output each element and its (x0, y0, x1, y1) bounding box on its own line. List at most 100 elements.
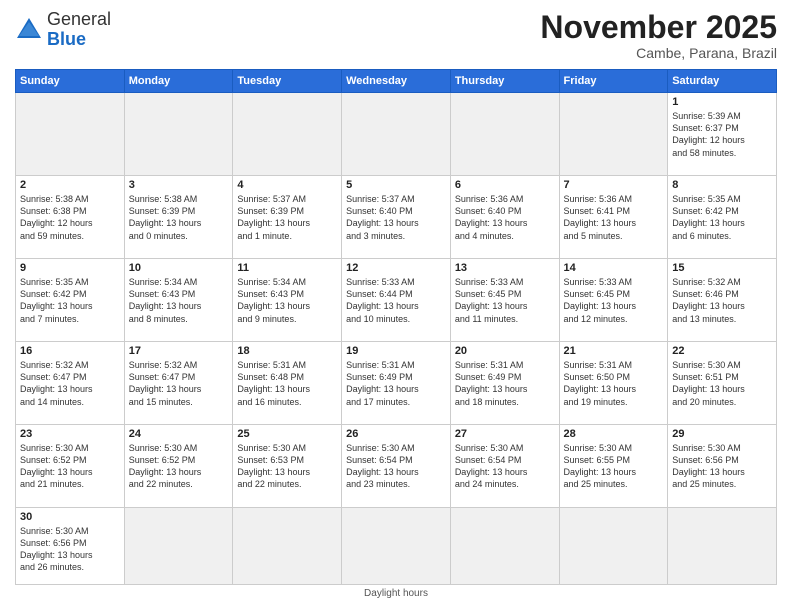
day-number: 21 (564, 345, 664, 357)
day-info: Sunrise: 5:34 AM Sunset: 6:43 PM Dayligh… (237, 276, 337, 325)
day-number: 4 (237, 179, 337, 191)
weekday-header: Friday (559, 70, 668, 93)
calendar-cell: 1 Sunrise: 5:39 AM Sunset: 6:37 PM Daylig… (668, 93, 777, 176)
day-info: Sunrise: 5:39 AM Sunset: 6:37 PM Dayligh… (672, 110, 772, 159)
calendar-cell: 5 Sunrise: 5:37 AM Sunset: 6:40 PM Daylig… (342, 176, 451, 259)
weekday-header: Sunday (16, 70, 125, 93)
calendar-cell: 3 Sunrise: 5:38 AM Sunset: 6:39 PM Daylig… (124, 176, 233, 259)
day-info: Sunrise: 5:34 AM Sunset: 6:43 PM Dayligh… (129, 276, 229, 325)
calendar-cell (16, 93, 125, 176)
day-info: Sunrise: 5:30 AM Sunset: 6:56 PM Dayligh… (20, 525, 120, 574)
day-number: 6 (455, 179, 555, 191)
day-info: Sunrise: 5:35 AM Sunset: 6:42 PM Dayligh… (672, 193, 772, 242)
day-info: Sunrise: 5:30 AM Sunset: 6:56 PM Dayligh… (672, 442, 772, 491)
calendar-cell: 6 Sunrise: 5:36 AM Sunset: 6:40 PM Daylig… (450, 176, 559, 259)
calendar-cell (559, 93, 668, 176)
logo: General Blue (15, 10, 111, 50)
day-number: 16 (20, 345, 120, 357)
calendar-cell (342, 508, 451, 585)
day-number: 25 (237, 428, 337, 440)
calendar-cell: 17 Sunrise: 5:32 AM Sunset: 6:47 PM Dayli… (124, 342, 233, 425)
day-info: Sunrise: 5:31 AM Sunset: 6:49 PM Dayligh… (455, 359, 555, 408)
calendar-cell: 2 Sunrise: 5:38 AM Sunset: 6:38 PM Daylig… (16, 176, 125, 259)
day-info: Sunrise: 5:33 AM Sunset: 6:45 PM Dayligh… (455, 276, 555, 325)
calendar-cell: 22Sunrise: 5:30 AM Sunset: 6:51 PM Dayli… (668, 342, 777, 425)
page: General Blue November 2025 Cambe, Parana… (0, 0, 792, 612)
calendar-cell: 13 Sunrise: 5:33 AM Sunset: 6:45 PM Dayli… (450, 259, 559, 342)
day-info: Sunrise: 5:31 AM Sunset: 6:49 PM Dayligh… (346, 359, 446, 408)
title-block: November 2025 Cambe, Parana, Brazil (540, 10, 777, 61)
day-number: 23 (20, 428, 120, 440)
calendar-cell: 10 Sunrise: 5:34 AM Sunset: 6:43 PM Dayli… (124, 259, 233, 342)
day-info: Sunrise: 5:38 AM Sunset: 6:39 PM Dayligh… (129, 193, 229, 242)
day-number: 14 (564, 262, 664, 274)
day-number: 17 (129, 345, 229, 357)
day-number: 15 (672, 262, 772, 274)
day-info: Sunrise: 5:30 AM Sunset: 6:55 PM Dayligh… (564, 442, 664, 491)
day-info: Sunrise: 5:30 AM Sunset: 6:54 PM Dayligh… (346, 442, 446, 491)
calendar-cell: 21Sunrise: 5:31 AM Sunset: 6:50 PM Dayli… (559, 342, 668, 425)
day-number: 29 (672, 428, 772, 440)
calendar-cell: 30Sunrise: 5:30 AM Sunset: 6:56 PM Dayli… (16, 508, 125, 585)
day-number: 1 (672, 96, 772, 108)
day-number: 5 (346, 179, 446, 191)
day-number: 11 (237, 262, 337, 274)
day-number: 20 (455, 345, 555, 357)
calendar-cell: 16Sunrise: 5:32 AM Sunset: 6:47 PM Dayli… (16, 342, 125, 425)
day-info: Sunrise: 5:33 AM Sunset: 6:45 PM Dayligh… (564, 276, 664, 325)
calendar-table: SundayMondayTuesdayWednesdayThursdayFrid… (15, 69, 777, 585)
calendar-cell (124, 508, 233, 585)
day-info: Sunrise: 5:38 AM Sunset: 6:38 PM Dayligh… (20, 193, 120, 242)
calendar-cell: 28 Sunrise: 5:30 AM Sunset: 6:55 PM Dayli… (559, 425, 668, 508)
day-number: 22 (672, 345, 772, 357)
calendar-cell: 20 Sunrise: 5:31 AM Sunset: 6:49 PM Dayli… (450, 342, 559, 425)
calendar-cell (559, 508, 668, 585)
day-info: Sunrise: 5:35 AM Sunset: 6:42 PM Dayligh… (20, 276, 120, 325)
day-number: 9 (20, 262, 120, 274)
day-info: Sunrise: 5:32 AM Sunset: 6:47 PM Dayligh… (129, 359, 229, 408)
day-number: 13 (455, 262, 555, 274)
calendar-cell (450, 508, 559, 585)
weekday-header: Thursday (450, 70, 559, 93)
calendar-cell (233, 508, 342, 585)
calendar-cell: 29 Sunrise: 5:30 AM Sunset: 6:56 PM Dayli… (668, 425, 777, 508)
calendar-cell: 9 Sunrise: 5:35 AM Sunset: 6:42 PM Daylig… (16, 259, 125, 342)
day-info: Sunrise: 5:36 AM Sunset: 6:40 PM Dayligh… (455, 193, 555, 242)
day-info: Sunrise: 5:30 AM Sunset: 6:52 PM Dayligh… (129, 442, 229, 491)
day-number: 8 (672, 179, 772, 191)
calendar-cell (124, 93, 233, 176)
day-info: Sunrise: 5:37 AM Sunset: 6:40 PM Dayligh… (346, 193, 446, 242)
day-number: 24 (129, 428, 229, 440)
weekday-header: Tuesday (233, 70, 342, 93)
calendar-cell: 11 Sunrise: 5:34 AM Sunset: 6:43 PM Dayli… (233, 259, 342, 342)
day-number: 10 (129, 262, 229, 274)
calendar-cell: 4 Sunrise: 5:37 AM Sunset: 6:39 PM Daylig… (233, 176, 342, 259)
day-number: 27 (455, 428, 555, 440)
day-number: 2 (20, 179, 120, 191)
day-number: 3 (129, 179, 229, 191)
day-number: 28 (564, 428, 664, 440)
calendar-cell: 27 Sunrise: 5:30 AM Sunset: 6:54 PM Dayli… (450, 425, 559, 508)
day-info: Sunrise: 5:36 AM Sunset: 6:41 PM Dayligh… (564, 193, 664, 242)
day-number: 26 (346, 428, 446, 440)
calendar-cell (668, 508, 777, 585)
calendar-cell: 7Sunrise: 5:36 AM Sunset: 6:41 PM Daylig… (559, 176, 668, 259)
day-info: Sunrise: 5:30 AM Sunset: 6:54 PM Dayligh… (455, 442, 555, 491)
calendar-cell: 26 Sunrise: 5:30 AM Sunset: 6:54 PM Dayli… (342, 425, 451, 508)
header: General Blue November 2025 Cambe, Parana… (15, 10, 777, 61)
month-title: November 2025 (540, 10, 777, 45)
calendar-cell: 19Sunrise: 5:31 AM Sunset: 6:49 PM Dayli… (342, 342, 451, 425)
calendar-cell: 25Sunrise: 5:30 AM Sunset: 6:53 PM Dayli… (233, 425, 342, 508)
day-number: 18 (237, 345, 337, 357)
calendar-cell: 23Sunrise: 5:30 AM Sunset: 6:52 PM Dayli… (16, 425, 125, 508)
logo-general: General (47, 9, 111, 29)
logo-blue: Blue (47, 29, 86, 49)
calendar-cell (233, 93, 342, 176)
day-info: Sunrise: 5:32 AM Sunset: 6:46 PM Dayligh… (672, 276, 772, 325)
calendar-cell (450, 93, 559, 176)
calendar-cell: 15 Sunrise: 5:32 AM Sunset: 6:46 PM Dayli… (668, 259, 777, 342)
logo-icon (15, 16, 43, 44)
day-info: Sunrise: 5:33 AM Sunset: 6:44 PM Dayligh… (346, 276, 446, 325)
weekday-header: Monday (124, 70, 233, 93)
day-info: Sunrise: 5:37 AM Sunset: 6:39 PM Dayligh… (237, 193, 337, 242)
